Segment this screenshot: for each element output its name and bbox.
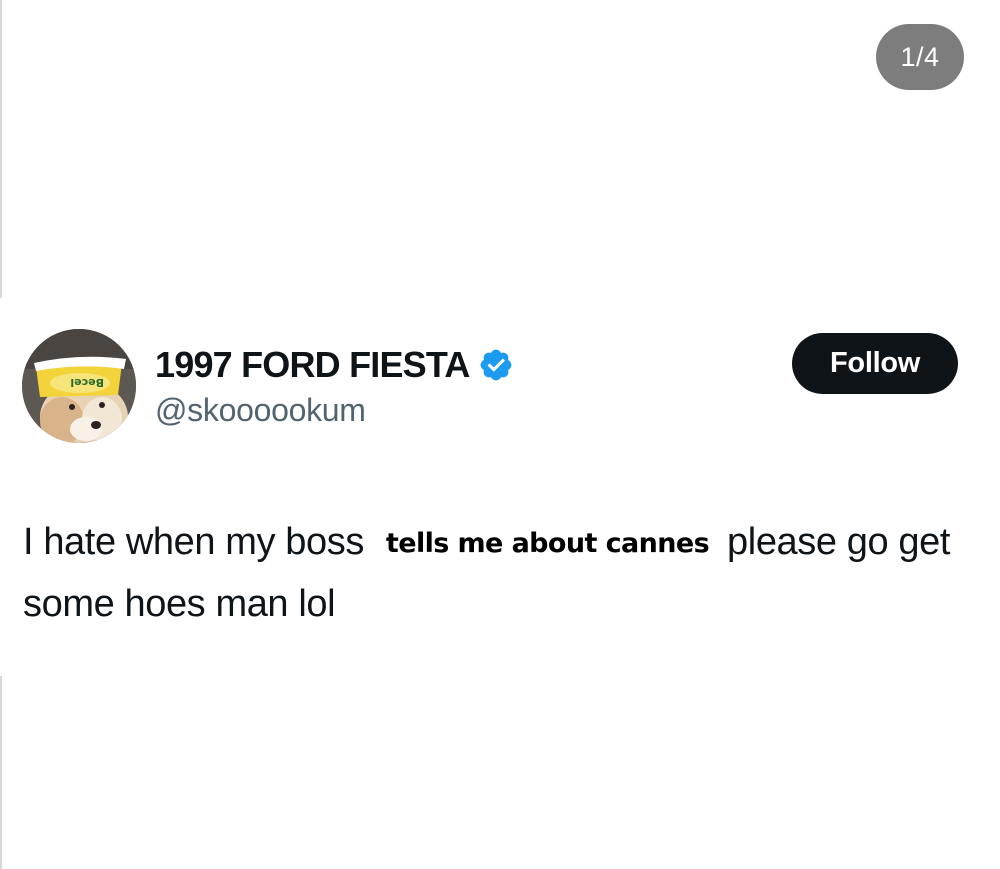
avatar-logo-text: Becel [70,376,104,389]
verified-badge-icon [480,349,511,381]
author-display-name[interactable]: 1997 FORD FIESTA [155,344,470,386]
avatar-image: Becel [22,329,136,443]
avatar[interactable]: Becel [22,329,136,443]
page-counter-badge: 1/4 [876,24,964,90]
tweet-text-part1: I hate when my boss [23,521,364,563]
author-handle[interactable]: @skoooookum [155,392,366,429]
author-name-row: 1997 FORD FIESTA [155,342,514,388]
left-edge-divider [0,676,2,869]
tweet-text-overlay: tells me about cannes [385,528,710,559]
follow-button[interactable]: Follow [792,333,958,394]
tweet-text: I hate when my boss tells me about cannes… [23,512,963,634]
left-edge-divider [0,0,2,298]
